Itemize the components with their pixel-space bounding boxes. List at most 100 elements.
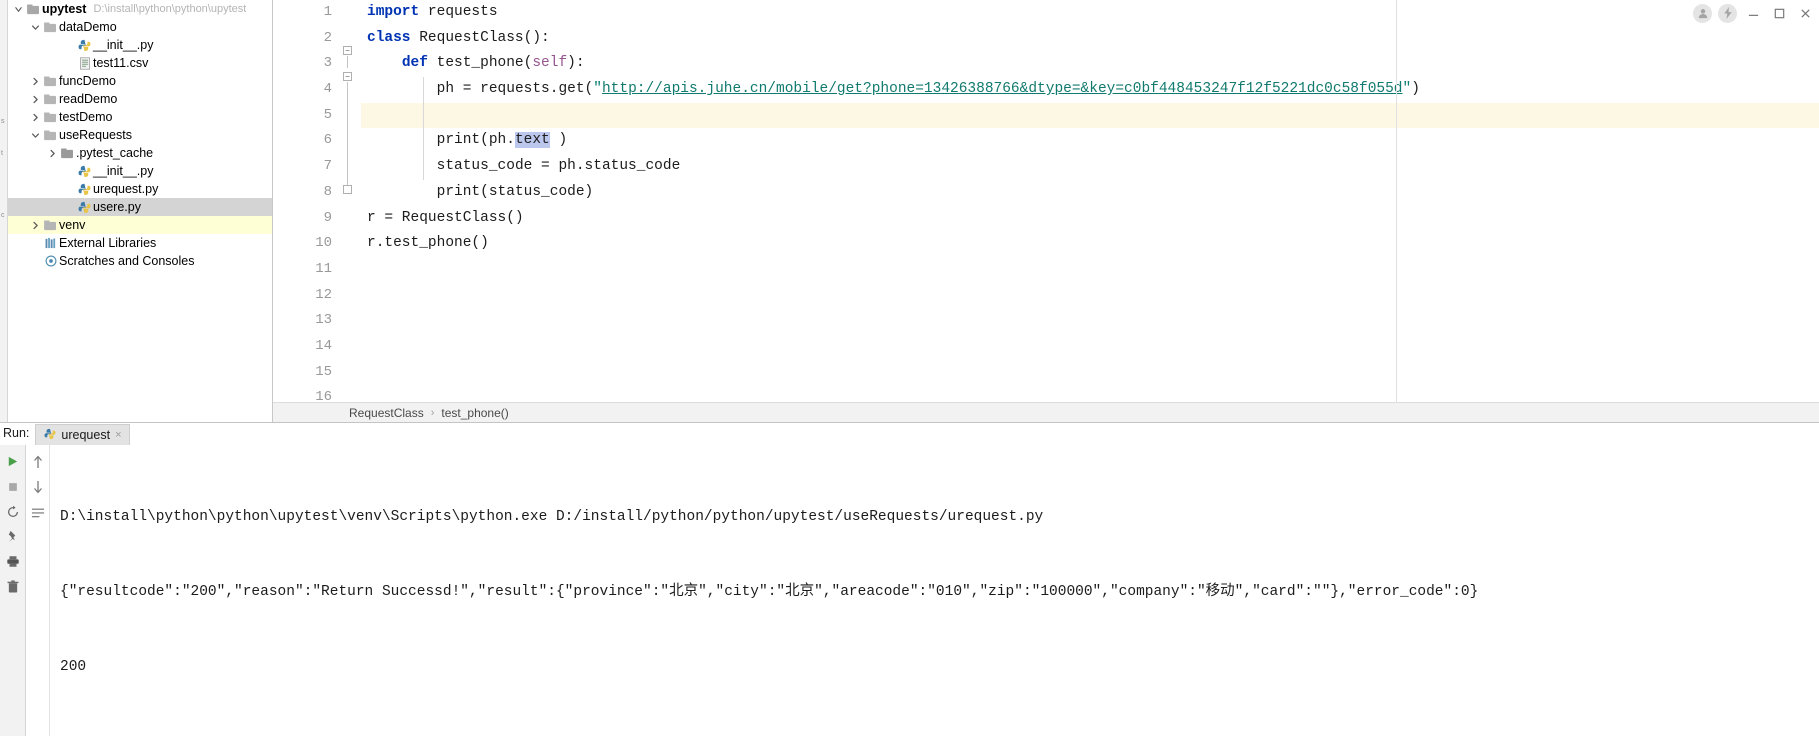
tree-item-readdemo[interactable]: readDemo (8, 90, 272, 108)
line-number-16: 16 (315, 389, 332, 402)
tree-item-datademo[interactable]: dataDemo (8, 18, 272, 36)
python-file-icon (76, 39, 93, 52)
right-margin-line (1396, 0, 1397, 402)
quote-close: " (1402, 81, 1412, 98)
tree-item-label: venv (59, 218, 86, 232)
scroll-down-icon[interactable] (26, 474, 50, 499)
code-line-15[interactable] (361, 360, 1819, 386)
console-output[interactable]: D:\install\python\python\upytest\venv\Sc… (50, 445, 1819, 736)
code-line-13[interactable] (361, 308, 1819, 334)
code-line-8[interactable]: print(status_code) (361, 180, 1819, 206)
soft-wrap-icon[interactable] (26, 499, 50, 524)
print-icon[interactable] (1, 549, 25, 574)
fold-marker-class[interactable]: − (343, 46, 352, 55)
print-call-6: print(ph. (436, 132, 515, 149)
stop-icon[interactable] (1, 474, 25, 499)
code-folding-column[interactable]: − − (341, 0, 361, 402)
code-line-12[interactable] (361, 283, 1819, 309)
minimize-icon[interactable] (1743, 4, 1763, 22)
maximize-icon[interactable] (1769, 4, 1789, 22)
url-string-link[interactable]: http://apis.juhe.cn/mobile/get?phone=134… (602, 81, 1403, 97)
code-editor-panel[interactable]: 1 2 3 4 5 6 7 8 9 10 11 12 13 14 15 16 − − import reque… (273, 0, 1819, 422)
chevron-right-icon[interactable] (29, 221, 42, 230)
tree-item--pytest-cache[interactable]: .pytest_cache (8, 144, 272, 162)
pin-icon[interactable] (1, 524, 25, 549)
instantiate-request-class: r = RequestClass() (367, 209, 524, 226)
tree-row-root[interactable]: upytest D:\install\python\python\upytest (8, 0, 272, 18)
current-line-highlight (273, 102, 1819, 129)
chevron-right-icon[interactable] (29, 77, 42, 86)
flash-icon[interactable] (1718, 3, 1737, 23)
tree-item-label: funcDemo (59, 74, 116, 88)
code-line-7[interactable]: status_code = ph.status_code (361, 154, 1819, 180)
chevron-right-icon[interactable] (46, 149, 59, 158)
code-line-6[interactable]: print(ph.text ) (361, 128, 1819, 154)
trash-icon[interactable] (1, 574, 25, 599)
user-avatar-icon[interactable] (1693, 3, 1712, 23)
editor-top-icon-group[interactable] (1693, 0, 1815, 26)
breadcrumb[interactable]: RequestClass › test_phone() (273, 402, 1819, 422)
tree-item-testdemo[interactable]: testDemo (8, 108, 272, 126)
code-line-14[interactable] (361, 334, 1819, 360)
code-line-11[interactable] (361, 257, 1819, 283)
code-line-1[interactable]: import requests (361, 0, 1819, 26)
tree-item-external-libraries[interactable]: External Libraries (8, 234, 272, 252)
line-number-13: 13 (315, 312, 332, 329)
tree-item-scratches-and-consoles[interactable]: Scratches and Consoles (8, 252, 272, 270)
call-test-phone: r.test_phone() (367, 235, 489, 252)
scroll-up-icon[interactable] (26, 449, 50, 474)
run-tab-label: urequest (61, 428, 111, 442)
chevron-down-icon[interactable] (29, 23, 42, 32)
line-number-7: 7 (323, 158, 332, 175)
project-tree-panel[interactable]: upytest D:\install\python\python\upytest… (8, 0, 273, 422)
folder-icon (42, 75, 59, 87)
python-file-icon (44, 428, 56, 443)
code-line-3[interactable]: def test_phone(self): (361, 51, 1819, 77)
fold-marker-end[interactable] (343, 185, 352, 194)
folder-gray-icon (59, 147, 76, 159)
run-toolbar-primary[interactable] (0, 445, 26, 736)
line-number-gutter: 1 2 3 4 5 6 7 8 9 10 11 12 13 14 15 16 (273, 0, 341, 402)
code-line-2[interactable]: class RequestClass(): (361, 26, 1819, 52)
tree-item-funcdemo[interactable]: funcDemo (8, 72, 272, 90)
tree-item-userequests[interactable]: useRequests (8, 126, 272, 144)
tree-item-label: Scratches and Consoles (59, 254, 195, 268)
code-line-16[interactable] (361, 385, 1819, 402)
code-line-9[interactable]: r = RequestClass() (361, 206, 1819, 232)
run-body[interactable]: D:\install\python\python\upytest\venv\Sc… (0, 445, 1819, 736)
code-area[interactable]: 1 2 3 4 5 6 7 8 9 10 11 12 13 14 15 16 − − import reque… (273, 0, 1819, 402)
run-icon[interactable] (1, 449, 25, 474)
breadcrumb-method[interactable]: test_phone() (441, 406, 508, 420)
tree-item-usere-py[interactable]: usere.py (8, 198, 272, 216)
code-line-4[interactable]: ph = requests.get("http://apis.juhe.cn/m… (361, 77, 1819, 103)
breadcrumb-class[interactable]: RequestClass (349, 406, 424, 420)
tree-item-urequest-py[interactable]: urequest.py (8, 180, 272, 198)
line-number-5: 5 (323, 106, 332, 123)
line-number-1: 1 (323, 4, 332, 20)
tree-item--init-py[interactable]: __init__.py (8, 36, 272, 54)
run-tab-urequest[interactable]: urequest × (35, 424, 130, 445)
folder-icon (42, 21, 59, 33)
chevron-right-icon[interactable] (29, 95, 42, 104)
run-toolbar-secondary[interactable] (26, 445, 50, 736)
close-icon[interactable] (1795, 4, 1815, 22)
tree-item-venv[interactable]: venv (8, 216, 272, 234)
chevron-right-icon[interactable] (29, 113, 42, 122)
fold-marker-def[interactable]: − (343, 72, 352, 81)
run-tab-bar[interactable]: Run: urequest × (0, 423, 1819, 445)
keyword-def: def (401, 55, 428, 72)
ide-window: s t c upytest D:\install\python\python\u… (0, 0, 1819, 736)
console-json-output: {"resultcode":"200","reason":"Return Suc… (60, 584, 1479, 600)
code-line-10[interactable]: r.test_phone() (361, 231, 1819, 257)
left-tool-strip[interactable]: s t c (0, 0, 8, 422)
tree-item-list[interactable]: dataDemo __init__.py test11.csv funcDemo rea… (8, 18, 272, 270)
chevron-down-icon[interactable] (29, 131, 42, 140)
tree-item-test11-csv[interactable]: test11.csv (8, 54, 272, 72)
chevron-down-icon[interactable] (12, 5, 25, 14)
tree-item--init-py[interactable]: __init__.py (8, 162, 272, 180)
close-icon[interactable]: × (115, 429, 121, 441)
tree-item-label: External Libraries (59, 236, 157, 250)
code-text-lines[interactable]: import requests class RequestClass(): de… (361, 0, 1819, 402)
rerun-icon[interactable] (1, 499, 25, 524)
run-tool-window[interactable]: Run: urequest × D:\install\python\python… (0, 422, 1819, 736)
